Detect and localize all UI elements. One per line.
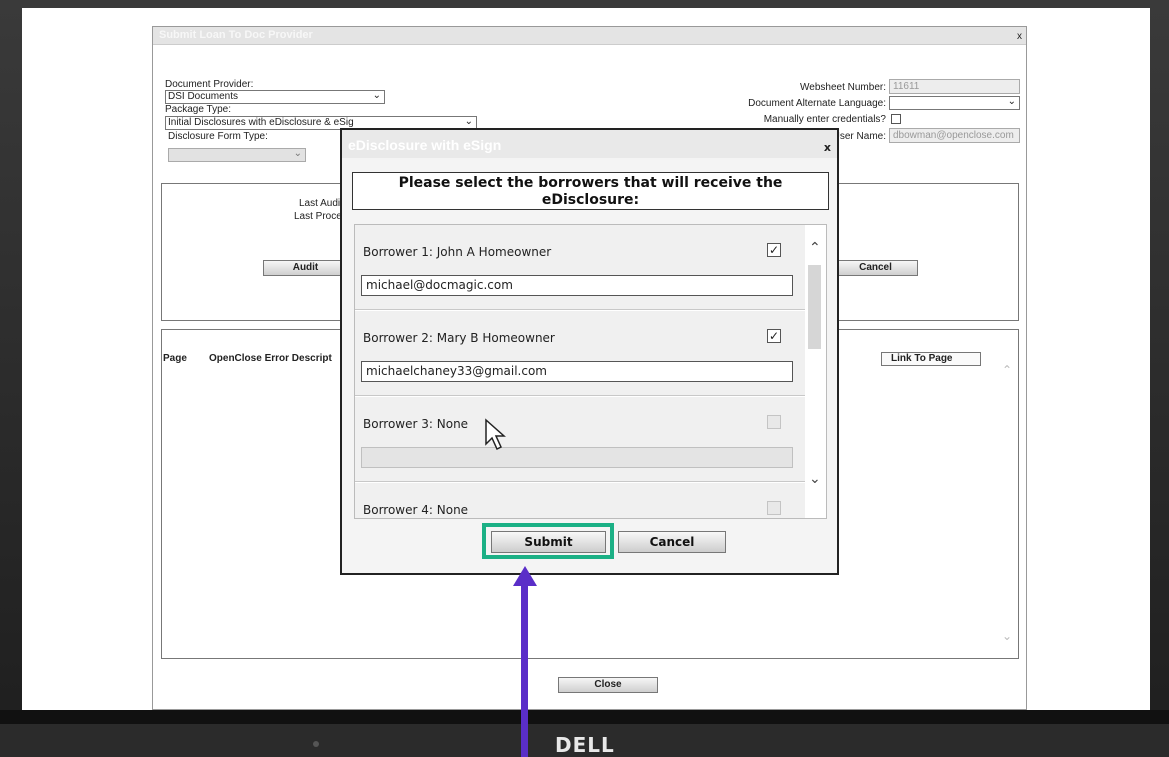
up-arrow-shaft — [521, 584, 528, 757]
websheet-number-field[interactable]: 11611 — [889, 79, 1020, 94]
submit-button[interactable]: Submit — [491, 531, 606, 553]
list-scrollbar[interactable]: ⌃ ⌄ — [805, 225, 826, 518]
borrower-checkbox[interactable] — [767, 415, 781, 429]
dialog-title-bar: Submit Loan To Doc Provider x — [153, 27, 1026, 45]
borrower-row: Borrower 2: Mary B Homeowner ✓ michaelch… — [355, 311, 805, 396]
mouse-pointer-icon — [485, 418, 506, 451]
borrower-email-field[interactable]: michael@docmagic.com — [361, 275, 793, 296]
chevron-up-icon[interactable]: ⌃ — [809, 240, 821, 256]
borrower-row: Borrower 1: John A Homeowner ✓ michael@d… — [355, 225, 805, 310]
borrower-name: Borrower 3: None — [363, 417, 469, 431]
alt-language-label: Document Alternate Language: — [748, 98, 886, 109]
close-button[interactable]: Close — [558, 677, 658, 693]
borrower-checkbox[interactable]: ✓ — [767, 243, 781, 257]
up-arrow-icon — [513, 566, 537, 586]
cancel-button[interactable]: Cancel — [833, 260, 918, 276]
chevron-down-icon: ⌄ — [372, 90, 381, 101]
column-page: Page — [163, 353, 187, 364]
borrower-email-field[interactable]: michaelchaney33@gmail.com — [361, 361, 793, 382]
manual-credentials-label: Manually enter credentials? — [763, 114, 886, 125]
disclosure-form-type-label: Disclosure Form Type: — [168, 131, 268, 142]
sensor-dot — [313, 741, 319, 747]
screen: Submit Loan To Doc Provider x Document P… — [22, 8, 1150, 710]
chevron-down-icon[interactable]: ⌄ — [1002, 629, 1012, 643]
borrower-checkbox[interactable] — [767, 501, 781, 515]
cancel-button[interactable]: Cancel — [618, 531, 726, 553]
disclosure-form-type-select[interactable]: ⌄ — [168, 148, 306, 162]
borrower-row: Borrower 4: None — [355, 483, 805, 518]
audit-button[interactable]: Audit — [263, 260, 348, 276]
user-name-label: User Name: — [832, 131, 886, 142]
modal-title-bar: eDisclosure with eSign x — [342, 130, 837, 158]
last-audit-label: Last Audit — [299, 198, 343, 209]
brand-logo: DELL — [555, 733, 615, 757]
borrower-email-field[interactable] — [361, 447, 793, 468]
document-provider-label: Document Provider: — [165, 79, 254, 90]
websheet-number-label: Websheet Number: — [800, 82, 886, 93]
close-icon[interactable]: x — [824, 141, 831, 154]
dialog-title: Submit Loan To Doc Provider — [159, 29, 313, 41]
chevron-up-icon[interactable]: ⌃ — [1002, 363, 1012, 377]
borrower-list: Borrower 1: John A Homeowner ✓ michael@d… — [354, 224, 827, 519]
chevron-down-icon: ⌄ — [464, 116, 473, 127]
modal-heading: Please select the borrowers that will re… — [352, 172, 829, 210]
chevron-down-icon[interactable]: ⌄ — [809, 471, 821, 487]
alt-language-select[interactable]: ⌄ — [889, 96, 1020, 110]
borrower-name: Borrower 4: None — [363, 503, 469, 517]
chevron-down-icon: ⌄ — [293, 148, 302, 159]
screen-bottom-edge — [0, 710, 1169, 724]
user-name-field[interactable]: dbowman@openclose.com — [889, 128, 1020, 143]
chevron-down-icon: ⌄ — [1007, 96, 1016, 107]
document-provider-select[interactable]: DSI Documents ⌄ — [165, 90, 385, 104]
modal-title: eDisclosure with eSign — [348, 137, 502, 153]
borrower-row: Borrower 3: None — [355, 397, 805, 482]
borrower-name: Borrower 1: John A Homeowner — [363, 245, 552, 259]
scrollbar-thumb[interactable] — [808, 265, 821, 349]
package-type-label: Package Type: — [165, 104, 231, 115]
borrower-name: Borrower 2: Mary B Homeowner — [363, 331, 555, 345]
borrower-checkbox[interactable]: ✓ — [767, 329, 781, 343]
manual-credentials-checkbox[interactable] — [891, 114, 901, 124]
column-error-description: OpenClose Error Descript — [209, 353, 332, 364]
column-link-to-page: Link To Page — [891, 353, 953, 364]
edisclosure-modal: eDisclosure with eSign x Please select t… — [340, 128, 839, 575]
close-icon[interactable]: x — [1017, 31, 1022, 42]
